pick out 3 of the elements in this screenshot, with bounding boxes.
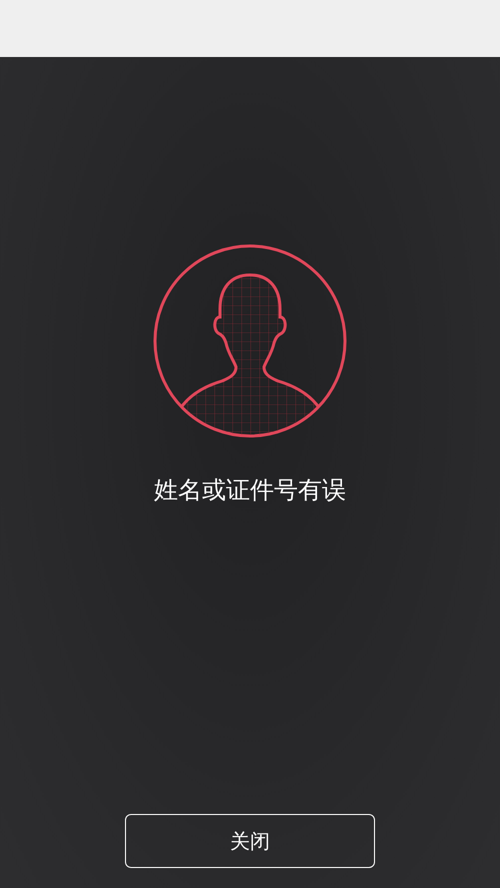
error-message: 姓名或证件号有误	[154, 475, 346, 505]
close-button[interactable]: 关闭	[125, 814, 375, 868]
avatar-icon	[152, 243, 348, 439]
